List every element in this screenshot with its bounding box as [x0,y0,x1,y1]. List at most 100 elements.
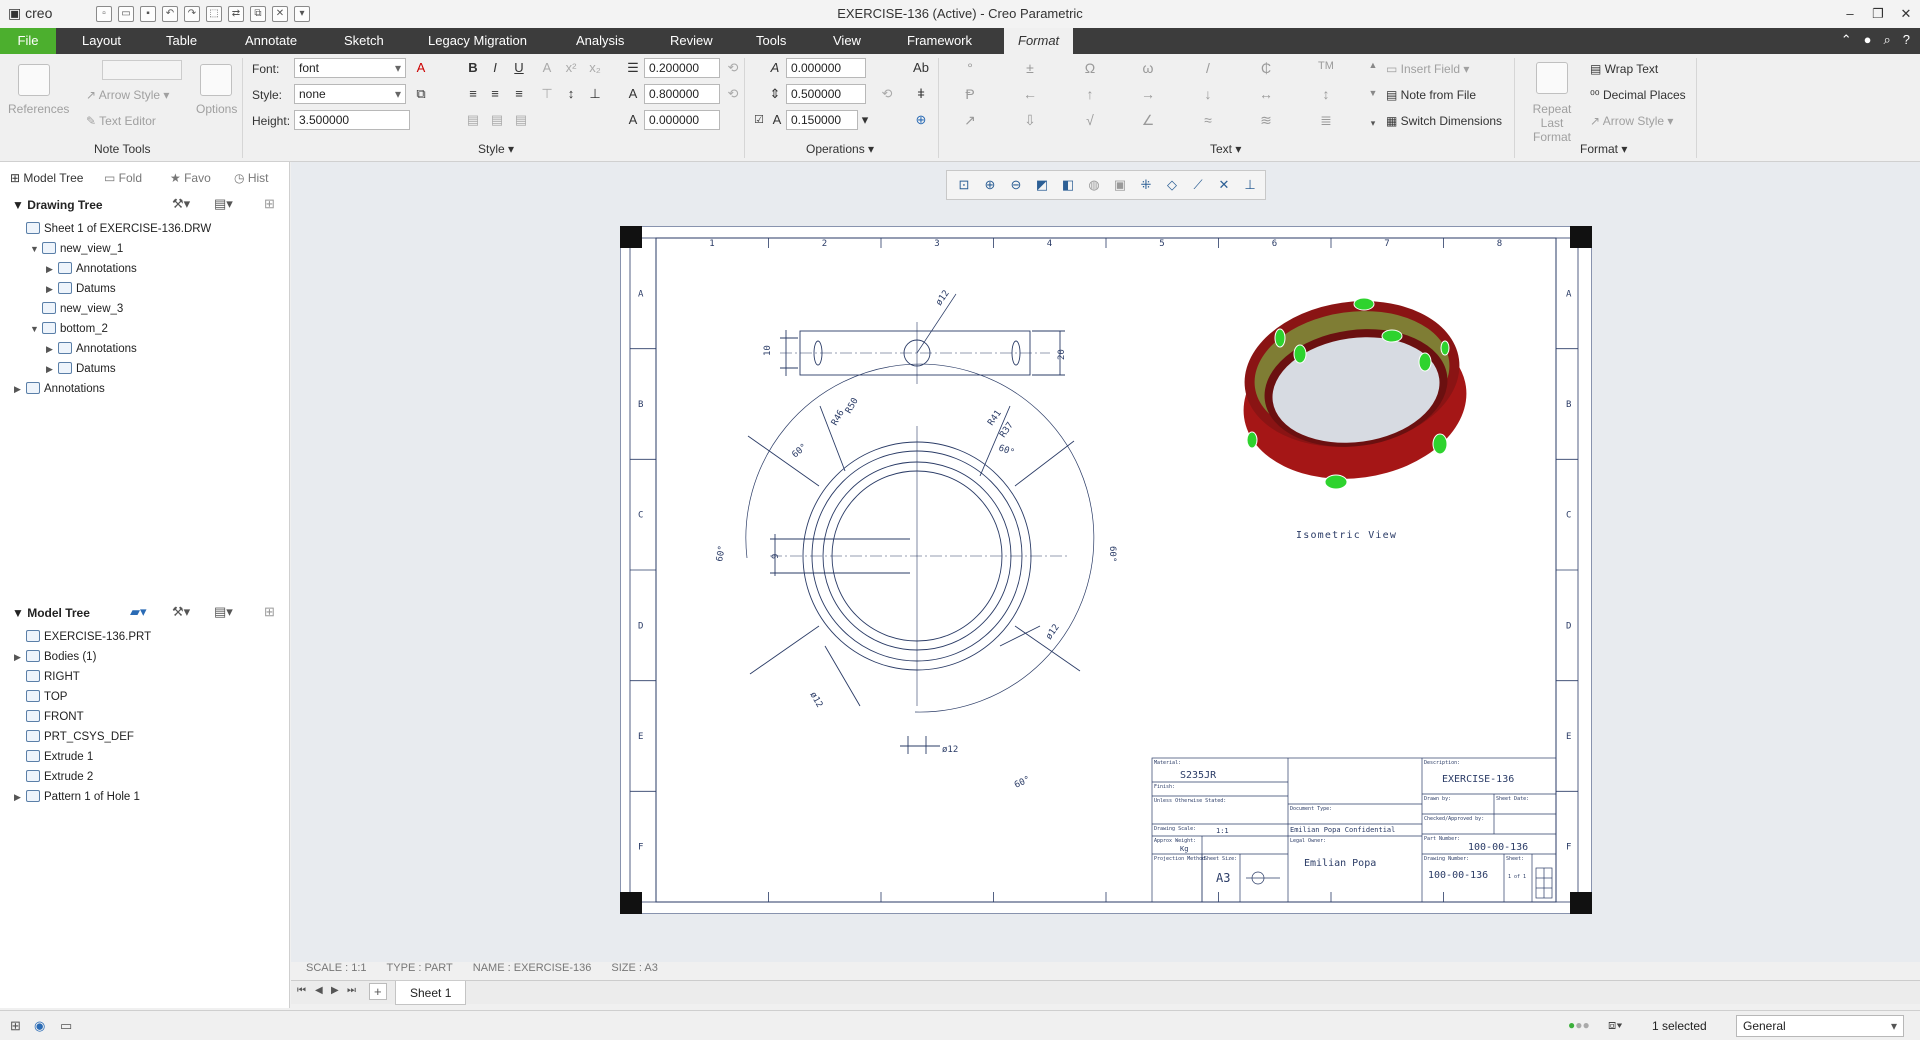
format-group-label[interactable]: Format ▾ [1580,142,1627,156]
drawing-tree-header[interactable]: ▼ Drawing Tree [12,198,103,212]
saved-orientations-icon[interactable]: ▣ [1109,174,1131,196]
help-icon[interactable]: ? [1903,32,1910,48]
mu-symbol-icon[interactable]: ω [1138,60,1158,76]
repeat-last-format-button[interactable]: Repeat Last Format [1522,102,1582,144]
trademark-symbol-icon[interactable]: TM [1316,60,1336,72]
full-screen-icon[interactable]: ▭ [60,1018,72,1034]
hole-dia-12-bottom-dim[interactable]: ø12 [942,745,958,755]
down-arrow-symbol-icon[interactable]: ↓ [1198,86,1218,102]
model-tree-settings-icon[interactable]: ⚒▾ [172,604,190,620]
expand-arrow-icon[interactable]: ▶ [46,260,58,278]
selection-filter[interactable]: General ▾ [1736,1015,1904,1037]
top-height-20-dim[interactable]: 20 [1057,349,1067,360]
prev-sheet-icon[interactable]: ◀ [315,985,323,996]
centerline-symbol-icon[interactable]: ₵ [1256,60,1276,76]
degree-symbol-icon[interactable]: ° [960,60,980,76]
operations-group-label[interactable]: Operations ▾ [806,142,874,156]
drawing-tree-item[interactable]: ▶ Datums [46,280,116,298]
model-tree-filter-icon[interactable]: ⊞ [264,604,275,620]
decimal-places-button[interactable]: ⁰⁰ Decimal Places [1590,88,1686,102]
part-number-value[interactable]: 100-00-136 [1468,842,1528,853]
model-tree-show-icon[interactable]: ▤▾ [214,604,233,620]
line-spacing-input[interactable]: 0.500000 [786,84,866,104]
insert-field-button[interactable]: ▭ Insert Field ▾ [1386,62,1469,76]
style-copy-icon[interactable]: ⧉ [412,85,430,103]
scale-value[interactable]: 1:1 [1216,827,1229,835]
sheet-tab[interactable]: Sheet 1 [395,981,467,1005]
diagonal-arrow-icon[interactable]: ↗ [960,112,980,129]
approx-symbol-icon[interactable]: ≈ [1198,112,1218,128]
material-value[interactable]: S235JR [1180,770,1217,781]
property-line-icon[interactable]: Ᵽ [960,86,980,102]
lines-symbol-icon[interactable]: ≣ [1316,112,1336,129]
model-tree-item[interactable]: ▶ Bodies (1) [14,648,96,666]
legal-owner-value[interactable]: Emilian Popa [1304,858,1376,869]
note-tools-field[interactable] [102,60,182,80]
tree-show-icon[interactable]: ▤▾ [214,196,233,212]
slash-symbol-icon[interactable]: / [1198,60,1218,76]
sheet-size-value[interactable]: A3 [1216,871,1230,885]
model-tree-header[interactable]: ▼ Model Tree [12,606,90,620]
justify-top-icon[interactable]: ▤ [464,111,482,129]
text-case-icon[interactable]: Ab [912,59,930,77]
omega-symbol-icon[interactable]: Ω [1080,60,1100,76]
model-tree-item[interactable]: FRONT [14,708,84,726]
save-icon[interactable]: ▪ [140,6,156,22]
tab-tools[interactable]: Tools [756,28,786,54]
repaint-icon[interactable]: ◩ [1031,174,1053,196]
drawing-tree-item[interactable]: ▼ new_view_1 [30,240,123,258]
windows-icon[interactable]: ⧉ [250,6,266,22]
arrow-style-button[interactable]: ↗ Arrow Style ▾ [86,88,169,102]
tab-legacy-migration[interactable]: Legacy Migration [428,28,527,54]
expand-arrow-icon[interactable]: ▶ [46,340,58,358]
tab-annotate[interactable]: Annotate [245,28,297,54]
drawing-sheet[interactable]: 1122334455667788AABBCCDDEEFF 10 20 ø12 [620,226,1592,914]
options-button[interactable]: Options [196,102,237,116]
drawing-tree-item[interactable]: ▼ bottom_2 [30,320,108,338]
width-factor-input[interactable]: 0.800000 [644,84,720,104]
tab-history[interactable]: ◷ Hist [234,168,268,188]
maximize-button[interactable]: ❐ [1864,0,1892,28]
redo-icon[interactable]: ↷ [184,6,200,22]
shade-icon[interactable]: ◍ [1083,174,1105,196]
drawing-tree-item[interactable]: ▶ Annotations [46,260,137,278]
tab-sketch[interactable]: Sketch [344,28,384,54]
user-icon[interactable]: ● [1864,32,1872,48]
select-box-icon[interactable]: ⬚ [206,6,222,22]
tab-framework[interactable]: Framework [907,28,972,54]
zoom-in-icon[interactable]: ⊕ [979,174,1001,196]
text-group-label[interactable]: Text ▾ [1210,142,1241,156]
undo-icon[interactable]: ↶ [162,6,178,22]
expand-arrow-icon[interactable]: ▶ [14,788,26,806]
gallery-scroll-up[interactable]: ▲ [1364,56,1382,74]
note-from-file-button[interactable]: ▤ Note from File [1386,88,1476,102]
drawing-tree-item[interactable]: ▶ Annotations [46,340,137,358]
tab-favorites[interactable]: ★ Favo [170,168,211,188]
sheet-value[interactable]: 1 of 1 [1508,874,1526,880]
navigator-toggle-icon[interactable]: ⊞ [10,1018,21,1034]
customize-dropdown-icon[interactable]: ▾ [294,6,310,22]
command-search-icon[interactable]: ⌕ [1883,32,1890,48]
tab-analysis[interactable]: Analysis [576,28,624,54]
angle-60-right[interactable]: 60° [1107,546,1117,562]
references-icon[interactable] [18,64,50,96]
thickness-input[interactable]: 0.200000 [644,58,720,78]
underline-icon[interactable]: U [510,59,528,77]
tab-format[interactable]: Format [1004,28,1074,54]
regenerate-icon[interactable]: ⇄ [228,6,244,22]
drawing-tree-item[interactable]: new_view_3 [30,300,123,318]
wrap-text-button[interactable]: ▤ Wrap Text [1590,62,1658,76]
tab-layout[interactable]: Layout [82,28,121,54]
references-button[interactable]: References [8,102,69,116]
align-center-icon[interactable]: ≡ [486,85,504,103]
gallery-expand[interactable]: ▾ [1364,114,1382,132]
italic-icon[interactable]: I [486,59,504,77]
expand-arrow-icon[interactable]: ▼ [30,320,42,338]
width-reset-icon[interactable]: ⟲ [724,85,742,103]
align-bottom-icon[interactable]: ⊥ [586,85,604,103]
expand-arrow-icon[interactable]: ▶ [14,380,26,398]
model-tree-item[interactable]: TOP [14,688,67,706]
gallery-scroll-down[interactable]: ▼ [1364,84,1382,102]
display-style-icon[interactable]: ◧ [1057,174,1079,196]
line-spacing-reset-icon[interactable]: ⟲ [878,85,896,103]
